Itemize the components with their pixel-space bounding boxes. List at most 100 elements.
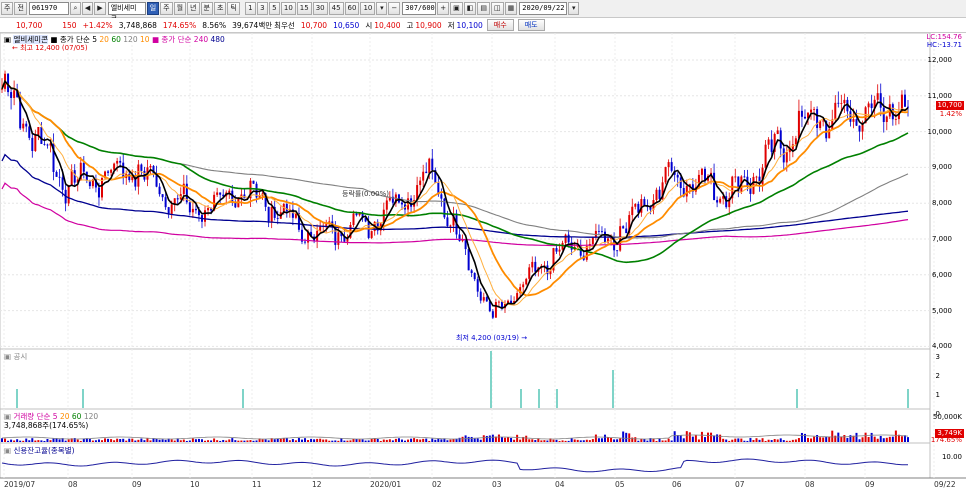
minus-icon[interactable]: −: [388, 2, 401, 15]
candle-body: [743, 176, 746, 178]
interval-button-8[interactable]: 10: [360, 2, 376, 15]
volume-bar: [594, 434, 597, 442]
buy-button[interactable]: 매수: [486, 19, 514, 31]
volume-bar: [116, 438, 119, 442]
volume-bar: [491, 434, 494, 442]
candle-body: [479, 291, 482, 301]
stock-code-input[interactable]: 061970: [28, 2, 69, 15]
last-price-tag: 10,700: [935, 101, 964, 110]
period-button-4[interactable]: 분: [200, 2, 213, 15]
volume-bar: [534, 440, 537, 442]
volume-bar: [131, 438, 134, 442]
volume-bar: [43, 440, 46, 442]
period-button-5[interactable]: 초: [213, 2, 227, 15]
candle-body: [110, 169, 113, 173]
candle-body: [467, 249, 470, 271]
candle-body: [149, 165, 152, 168]
candle-body: [422, 171, 425, 181]
candle-body: [191, 208, 194, 213]
candle-body: [534, 261, 537, 272]
price-y-tick: 8,000: [931, 199, 952, 208]
interval-button-6[interactable]: 45: [328, 2, 344, 15]
volume-bar: [873, 436, 876, 442]
period-button-0[interactable]: 일: [146, 2, 160, 15]
candle-body: [770, 139, 773, 152]
volume-bar: [67, 439, 70, 442]
volume-bar: [76, 439, 79, 442]
volume-bar: [316, 438, 319, 442]
date-picker-icon[interactable]: ▾: [568, 2, 580, 15]
volume-bar: [482, 435, 485, 442]
interval-button-5[interactable]: 30: [312, 2, 328, 15]
volume-bar: [831, 430, 834, 442]
sell-button[interactable]: 매도: [517, 19, 545, 31]
interval-button-1[interactable]: 3: [256, 2, 268, 15]
volume-bar: [191, 438, 194, 442]
period-button-3[interactable]: 년: [187, 2, 200, 15]
volume-bar: [243, 440, 246, 442]
interval-button-2[interactable]: 5: [268, 2, 280, 15]
bar-count-field[interactable]: 307/600: [402, 2, 437, 15]
candle-body: [800, 110, 803, 117]
candle-body: [267, 206, 270, 223]
next-stock-icon[interactable]: ▶: [94, 2, 106, 15]
volume-bar: [252, 440, 255, 442]
tool-icon-2[interactable]: ◧: [463, 2, 477, 15]
candle-body: [167, 207, 170, 215]
x-axis-label: 09/22: [934, 480, 956, 489]
volume-bar: [891, 436, 894, 442]
interval-button-7[interactable]: 60: [344, 2, 360, 15]
volume-bar: [540, 440, 543, 442]
volume-bar: [231, 438, 234, 442]
interval-button-4[interactable]: 15: [296, 2, 312, 15]
volume-bar: [264, 439, 267, 442]
volume-bar: [470, 436, 473, 442]
candle-body: [885, 116, 888, 123]
candle-body: [337, 232, 340, 245]
volume-bar: [546, 440, 549, 442]
prev-stock-icon[interactable]: ◀: [81, 2, 94, 15]
volume-bar: [567, 440, 570, 442]
volume-bar: [358, 439, 361, 442]
tool-icon-3[interactable]: ▤: [477, 2, 491, 15]
candle-body: [631, 206, 634, 216]
chart-area[interactable]: ▣ 엘비세미콘 ■ 종가 단순 5 20 60 120 10 ■ 종가 단순 2…: [0, 32, 966, 489]
candle-body: [713, 172, 716, 201]
interval-button-3[interactable]: 10: [280, 2, 296, 15]
toolbar-btn-2[interactable]: 전: [14, 2, 27, 15]
tool-icon-4[interactable]: ◫: [491, 2, 504, 15]
credit-y-top: 10.00: [941, 453, 962, 461]
date-field[interactable]: 2020/09/22: [519, 2, 568, 15]
candle-body: [82, 162, 85, 172]
x-axis-label: 08: [805, 480, 815, 489]
search-icon[interactable]: ⌕: [69, 2, 81, 15]
zoom-in-icon[interactable]: +: [437, 2, 450, 15]
tool-icon-1[interactable]: ▣: [450, 2, 463, 15]
volume-bar: [770, 440, 773, 442]
candle-body: [43, 143, 46, 145]
volume-bar: [391, 440, 394, 442]
candle-body: [270, 206, 273, 223]
candle-body: [55, 171, 58, 177]
candle-body: [28, 126, 31, 138]
calendar-icon[interactable]: ▦: [504, 2, 518, 15]
period-button-2[interactable]: 월: [173, 2, 187, 15]
period-button-6[interactable]: 틱: [227, 2, 240, 15]
price-y-tick: 12,000: [927, 56, 953, 64]
volume-bar: [422, 438, 425, 442]
candle-body: [522, 284, 525, 288]
toolbar-btn-1[interactable]: 주: [1, 2, 14, 15]
chart-svg[interactable]: [0, 32, 966, 489]
volume-bar: [128, 438, 131, 442]
interval-dropdown-icon[interactable]: ▾: [376, 2, 388, 15]
interval-button-0[interactable]: 1: [244, 2, 256, 15]
last-pct-label: 1.42%: [939, 110, 962, 118]
volume-bar: [273, 439, 276, 442]
candle-body: [494, 302, 497, 318]
period-button-1[interactable]: 주: [160, 2, 173, 15]
notice-bar: [520, 389, 522, 408]
volume-bar: [807, 437, 810, 442]
candle-body: [449, 225, 452, 227]
volume-bar: [19, 440, 22, 442]
volume-bar: [713, 435, 716, 442]
